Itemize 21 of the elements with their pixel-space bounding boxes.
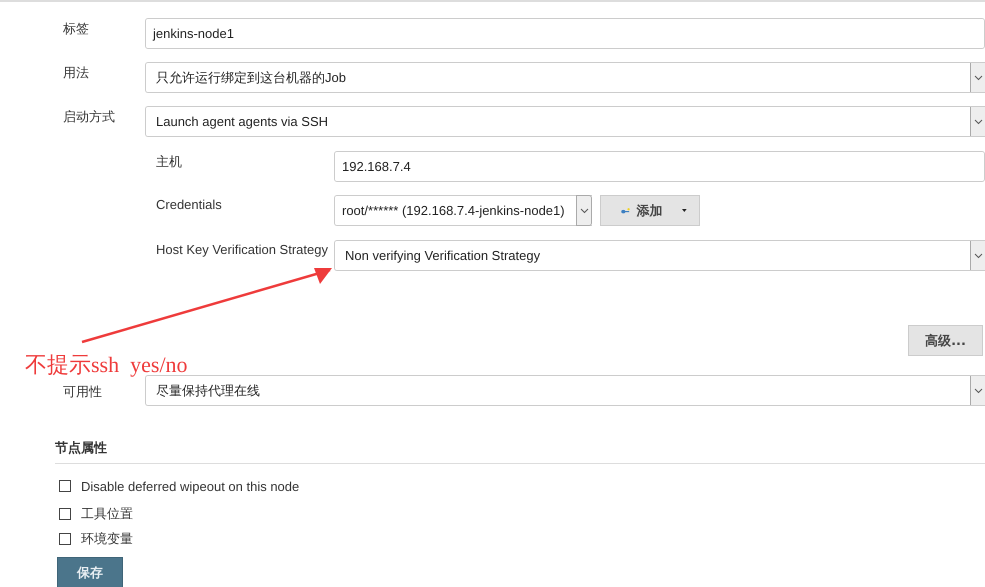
select-field[interactable]: 只允许运行绑定到这台机器的Job bbox=[145, 62, 985, 93]
select-field[interactable]: root/****** (192.168.7.4-jenkins-node1) bbox=[334, 195, 592, 226]
field-label: 主机 bbox=[156, 153, 183, 171]
select-field[interactable]: Non verifying Verification Strategy bbox=[334, 240, 985, 271]
select-field[interactable]: Launch agent agents via SSH bbox=[145, 106, 985, 137]
text-field[interactable]: jenkins-node1 bbox=[145, 18, 985, 49]
select-field[interactable]: 尽量保持代理在线 bbox=[145, 375, 985, 406]
field-label: 用法 bbox=[63, 64, 90, 82]
section-title: 节点属性 bbox=[55, 439, 108, 457]
advanced-button[interactable]: 高级... bbox=[908, 325, 983, 356]
checkbox-label[interactable]: 环境变量 bbox=[81, 530, 133, 548]
add-button[interactable]: 添加 bbox=[600, 195, 700, 226]
field-label: 可用性 bbox=[63, 383, 103, 401]
field-label: Credentials bbox=[156, 196, 223, 212]
text-field[interactable]: 192.168.7.4 bbox=[334, 151, 985, 182]
checkbox-label[interactable]: Disable deferred wipeout on this node bbox=[81, 478, 300, 494]
checkbox-label[interactable]: 工具位置 bbox=[81, 505, 133, 523]
save-button[interactable]: 保存 bbox=[57, 557, 123, 587]
field-label: Host Key Verification Strategy bbox=[156, 241, 329, 257]
field-label: 标签 bbox=[63, 20, 90, 38]
field-label: 启动方式 bbox=[63, 108, 116, 126]
